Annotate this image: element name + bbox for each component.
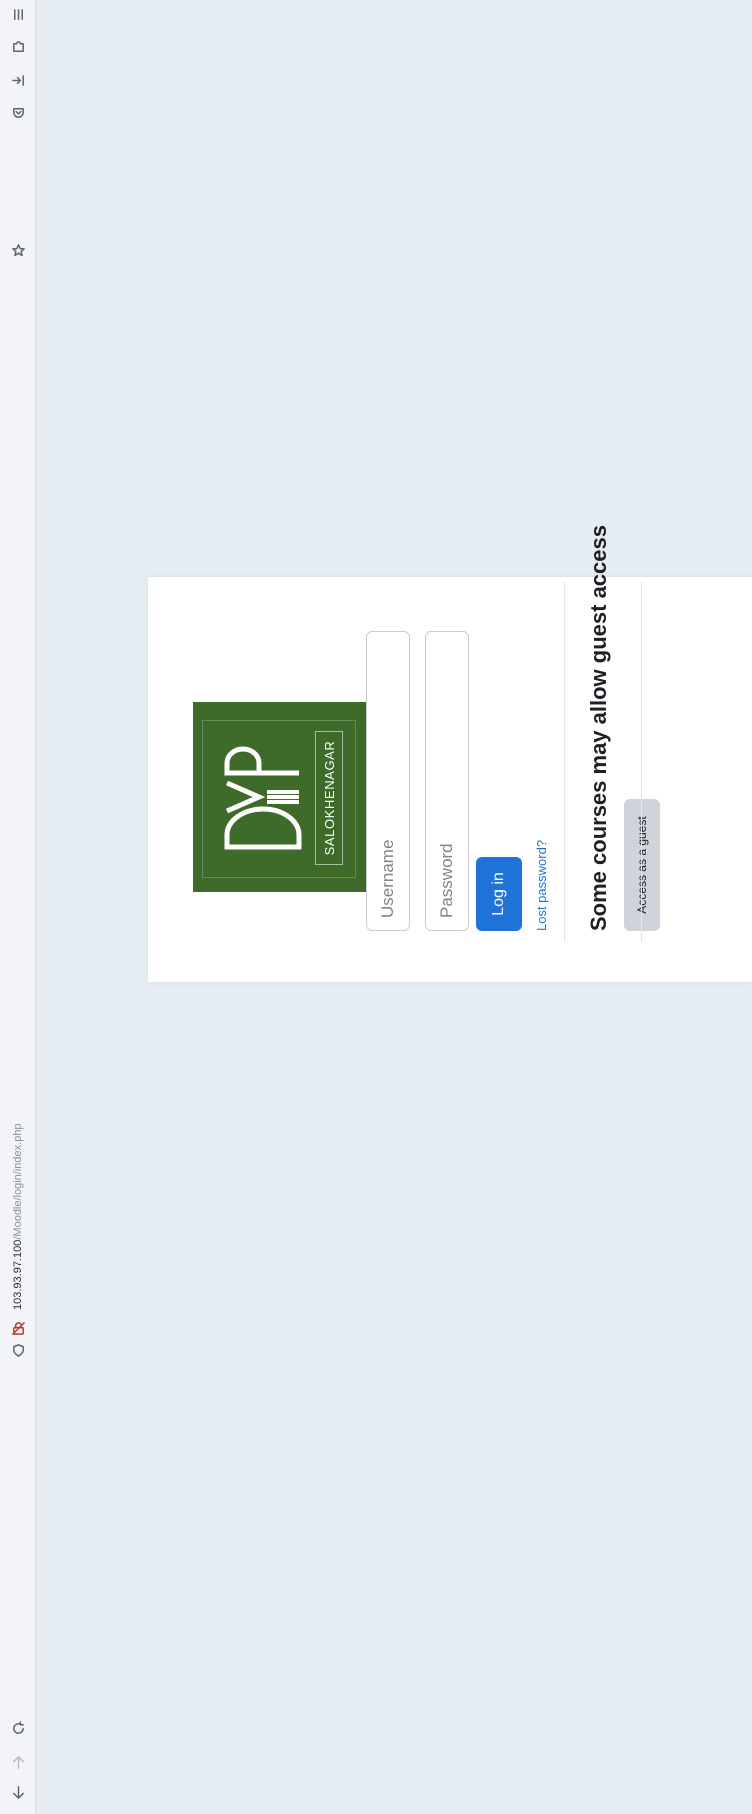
logo-frame: SALOKHENAGAR: [202, 720, 356, 878]
login-button[interactable]: Log in: [476, 857, 522, 931]
guest-access-button[interactable]: Access as a guest: [624, 799, 660, 931]
login-card: SALOKHENAGAR Log in Lost password? Some …: [148, 525, 752, 982]
section-divider: [564, 582, 565, 942]
password-input[interactable]: [425, 631, 469, 931]
dyp-logo-mark: [224, 746, 302, 850]
institution-logo: SALOKHENAGAR: [193, 702, 385, 892]
lost-password-link[interactable]: Lost password?: [534, 840, 549, 931]
section-divider: [641, 582, 642, 942]
page-content: SALOKHENAGAR Log in Lost password? Some …: [0, 0, 752, 1814]
username-input[interactable]: [366, 631, 410, 931]
logo-text: SALOKHENAGAR: [315, 731, 343, 865]
guest-access-heading: Some courses may allow guest access: [586, 525, 611, 931]
